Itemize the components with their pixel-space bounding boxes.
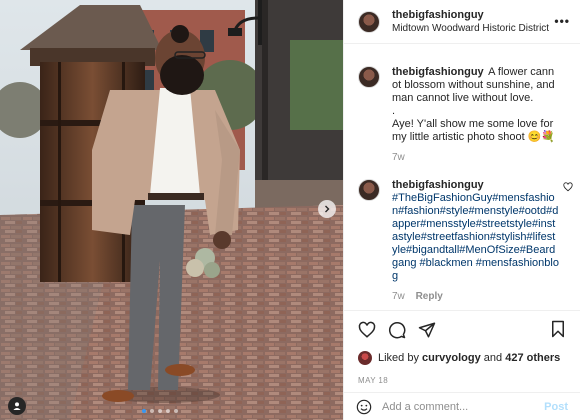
post-photo[interactable] (0, 0, 343, 420)
comment-like-button[interactable] (563, 182, 573, 195)
share-button[interactable] (418, 321, 436, 339)
likes-first-user[interactable]: curvyology (422, 352, 481, 364)
author-username[interactable]: thebigfashionguy (392, 9, 549, 22)
caption-age: 7w (392, 152, 405, 163)
post-side-panel: thebigfashionguy Midtown Woodward Histor… (343, 0, 580, 420)
post-comment-button[interactable]: Post (544, 401, 568, 413)
photo-scene (0, 0, 343, 420)
avatar[interactable] (358, 10, 380, 33)
post-location[interactable]: Midtown Woodward Historic District (392, 22, 549, 35)
caption: thebigfashionguy A flower cannot blossom… (344, 66, 580, 163)
comment-button[interactable] (388, 321, 406, 339)
chevron-right-icon (325, 205, 330, 213)
likes-prefix: Liked by (378, 352, 419, 364)
carousel-dot (142, 409, 146, 413)
like-button[interactable] (358, 321, 376, 339)
avatar[interactable] (358, 179, 380, 201)
carousel-indicator (142, 409, 178, 413)
more-icon[interactable]: ••• (554, 14, 570, 28)
caption-username[interactable]: thebigfashionguy (392, 66, 484, 78)
user-tag-button[interactable] (8, 397, 26, 415)
comment-hashtags[interactable]: #TheBigFashionGuy#mensfashion#fashion#st… (392, 192, 560, 283)
post-date[interactable]: MAY 18 (358, 376, 566, 385)
save-button[interactable] (550, 320, 566, 338)
avatar[interactable] (358, 66, 380, 88)
caption-text-second: Aye! Y'all show me some love for my litt… (392, 118, 556, 143)
comment-username[interactable]: thebigfashionguy (392, 179, 484, 191)
emoji-button[interactable] (356, 399, 372, 415)
carousel-dot (150, 409, 154, 413)
bookmark-icon (552, 320, 564, 338)
add-comment-bar: Post (344, 392, 580, 420)
likes-joiner: and (483, 352, 503, 364)
share-icon (418, 322, 436, 338)
post-header: thebigfashionguy Midtown Woodward Histor… (344, 0, 580, 44)
post-actions: Liked by curvyology and 427 others MAY 1… (344, 310, 580, 385)
reply-button[interactable]: Reply (416, 291, 443, 302)
heart-icon (358, 321, 376, 338)
comment-age: 7w (392, 291, 405, 302)
next-photo-button[interactable] (318, 200, 336, 218)
comments-list[interactable]: thebigfashionguy A flower cannot blossom… (344, 44, 580, 310)
comment: thebigfashionguy #TheBigFashionGuy#mensf… (344, 179, 580, 302)
carousel-dot (174, 409, 178, 413)
carousel-dot (166, 409, 170, 413)
carousel-dot (158, 409, 162, 413)
comment-icon (389, 322, 406, 339)
comment-input[interactable] (382, 400, 545, 413)
heart-icon (563, 182, 573, 192)
caption-dot-line: . (392, 105, 396, 117)
user-tag-icon (13, 402, 21, 410)
avatar[interactable] (358, 351, 372, 365)
likes-others[interactable]: 427 others (505, 352, 560, 364)
emoji-icon (356, 399, 372, 414)
likes-summary: Liked by curvyology and 427 others (358, 351, 566, 365)
